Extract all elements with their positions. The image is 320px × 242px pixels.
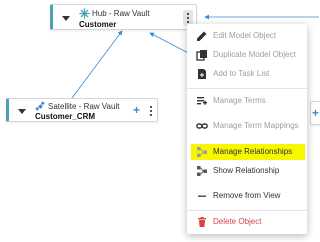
satellite-name: Customer_CRM: [35, 112, 96, 121]
menu-item-label: Remove from View: [213, 191, 281, 200]
menu-item-edit-model-object[interactable]: Edit Model Object: [187, 28, 307, 44]
link-icon: [196, 123, 208, 129]
satellite-type-label: Satellite - Raw Vault: [48, 102, 120, 111]
more-options-icon[interactable]: [146, 103, 156, 119]
show-relationship-icon: [197, 166, 207, 176]
menu-divider: [187, 88, 307, 89]
satellite-icon: [35, 101, 45, 111]
terms-icon: [197, 97, 207, 105]
hub-customer-card[interactable]: Hub - Raw Vault Customer: [50, 4, 197, 30]
task-list-icon: [198, 69, 206, 79]
menu-item-delete-object[interactable]: Delete Object: [187, 214, 307, 230]
satellite-customer-crm-card[interactable]: Satellite - Raw Vault Customer_CRM +: [6, 98, 158, 122]
add-icon[interactable]: +: [312, 107, 319, 119]
add-icon[interactable]: +: [133, 104, 140, 116]
menu-item-manage-terms[interactable]: Manage Terms: [187, 93, 307, 109]
pencil-icon: [197, 31, 207, 41]
menu-item-add-to-task-list[interactable]: Add to Task List: [187, 66, 307, 82]
menu-divider: [187, 210, 307, 211]
object-context-menu: Edit Model Object Duplicate Model Object…: [187, 24, 307, 234]
menu-item-label: Manage Terms: [213, 96, 266, 105]
copy-icon: [196, 50, 207, 61]
relationships-icon: [197, 147, 207, 157]
remove-icon: [198, 195, 206, 197]
menu-item-remove-from-view[interactable]: Remove from View: [187, 188, 307, 204]
menu-item-label: Add to Task List: [213, 69, 270, 78]
satellite-hub-connector: [71, 30, 123, 99]
menu-item-label: Delete Object: [213, 217, 262, 226]
hub-type-label: Hub - Raw Vault: [92, 9, 150, 18]
menu-item-show-relationship[interactable]: Show Relationship: [187, 163, 307, 179]
hub-name: Customer: [79, 20, 117, 29]
menu-item-label: Duplicate Model Object: [213, 50, 296, 59]
trash-icon: [198, 217, 206, 227]
menu-item-label: Manage Relationships: [213, 147, 293, 156]
collapse-chevron-icon[interactable]: [62, 16, 70, 21]
menu-item-manage-relationships[interactable]: Manage Relationships: [191, 144, 305, 160]
menu-item-label: Manage Term Mappings: [213, 121, 299, 130]
offscreen-object-card[interactable]: +: [310, 101, 320, 125]
menu-item-manage-term-mappings[interactable]: Manage Term Mappings: [187, 118, 307, 134]
menu-item-label: Edit Model Object: [213, 31, 277, 40]
collapse-chevron-icon[interactable]: [18, 109, 26, 114]
menu-item-duplicate-model-object[interactable]: Duplicate Model Object: [187, 47, 307, 63]
menu-item-label: Show Relationship: [213, 166, 280, 175]
hub-star-icon: [79, 8, 90, 19]
